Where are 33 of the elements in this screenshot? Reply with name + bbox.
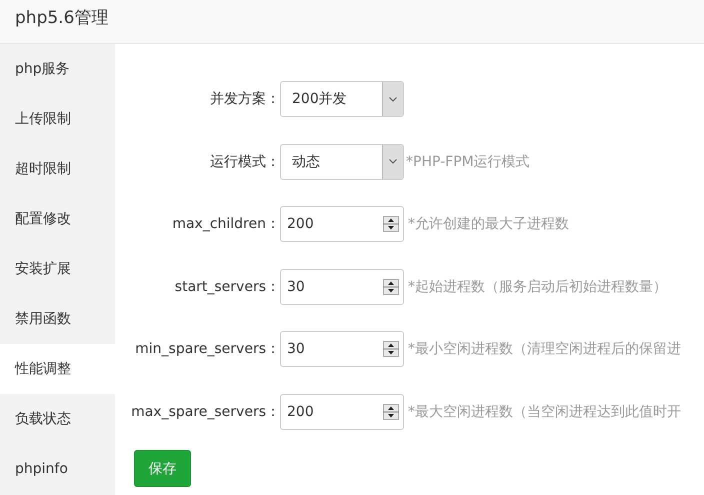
number-field[interactable]: 30	[280, 268, 404, 304]
sidebar-item[interactable]: 上传限制	[0, 94, 115, 144]
hint-text: *PHP-FPM运行模式	[405, 152, 530, 170]
spinner-icon[interactable]	[383, 216, 399, 232]
spinner-icon[interactable]	[383, 341, 399, 357]
number-field[interactable]: 200	[280, 206, 404, 242]
hint-text: *起始进程数（服务启动后初始进程数量）	[407, 278, 667, 296]
sidebar-item[interactable]: 性能调整	[0, 344, 115, 394]
sidebar-item[interactable]: 配置修改	[0, 194, 115, 244]
select-field[interactable]: 动态	[280, 144, 404, 180]
field-label: 并发方案：	[209, 90, 280, 108]
hint-text: *允许创建的最大子进程数	[407, 215, 569, 233]
sidebar-item[interactable]: 负载状态	[0, 394, 115, 444]
field-label: 运行模式：	[209, 152, 280, 170]
spinner-icon[interactable]	[383, 278, 399, 294]
field-label: max_spare_servers：	[130, 402, 280, 420]
sidebar-item[interactable]: 超时限制	[0, 144, 115, 194]
window-title: php5.6管理	[14, 7, 108, 30]
chevron-down-icon	[389, 159, 397, 164]
field-label: min_spare_servers：	[134, 340, 280, 358]
hint-text: *最小空闲进程数（清理空闲进程后的保留进	[407, 340, 681, 358]
select-field[interactable]: 200并发	[280, 81, 404, 117]
field-label: start_servers：	[174, 278, 280, 296]
sidebar-item[interactable]: phpinfo	[0, 444, 115, 494]
number-field[interactable]: 30	[280, 331, 404, 367]
sidebar-item[interactable]: 禁用函数	[0, 294, 115, 344]
field-label: max_children：	[171, 215, 280, 233]
chevron-down-icon	[389, 96, 397, 102]
sidebar-item[interactable]: php服务	[0, 44, 115, 94]
sidebar-item[interactable]: 安装扩展	[0, 244, 115, 294]
spinner-icon[interactable]	[383, 404, 399, 420]
number-field[interactable]: 200	[280, 394, 404, 430]
hint-text: *最大空闲进程数（当空闲进程达到此值时开	[407, 402, 681, 420]
